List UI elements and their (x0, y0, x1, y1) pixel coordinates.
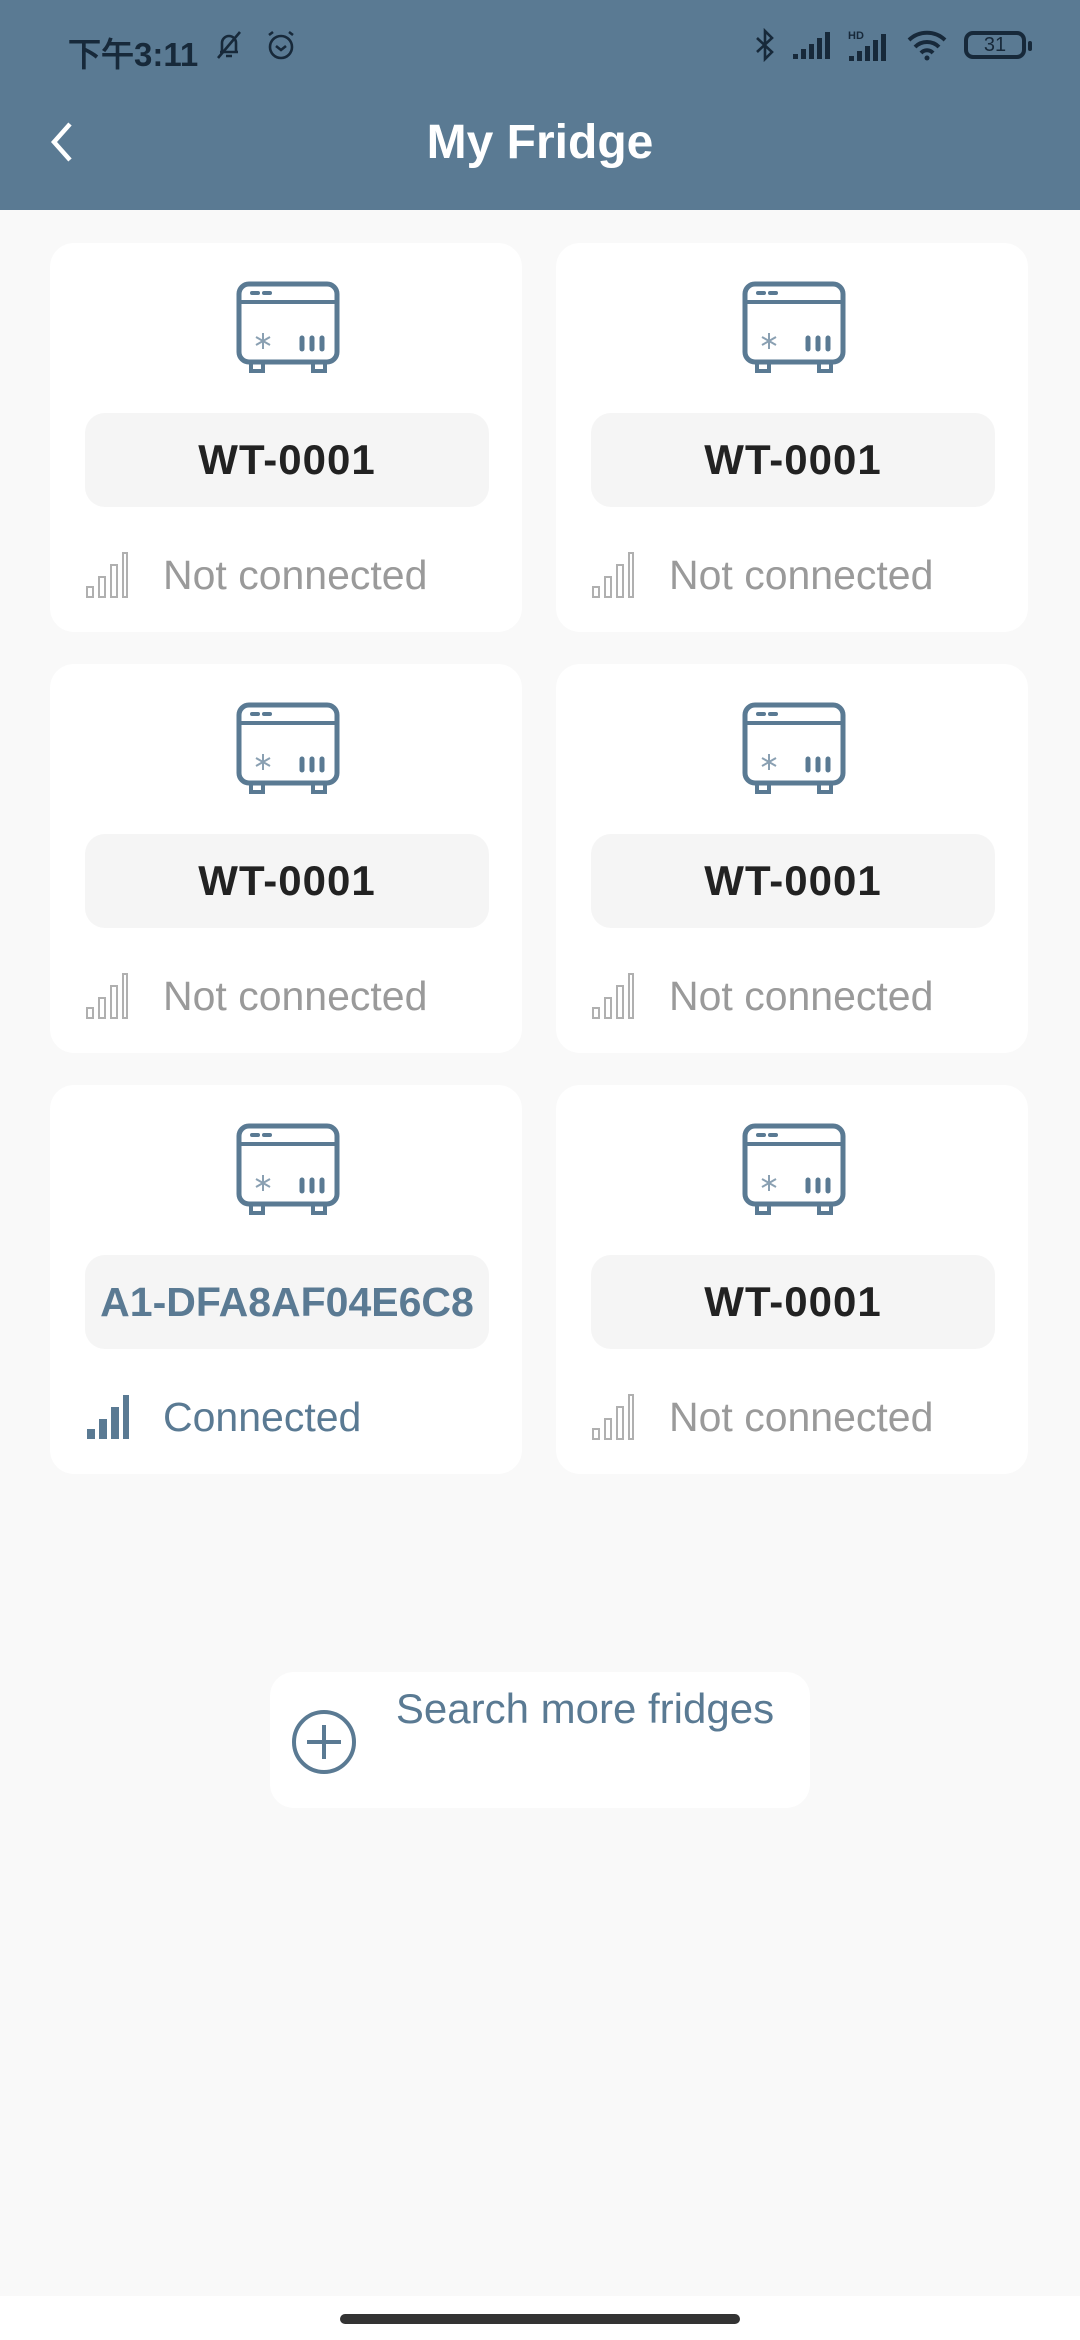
signal-strength-icon (86, 973, 128, 1019)
fridge-card[interactable]: WT-0001 Not connected (50, 243, 522, 632)
bell-muted-icon (217, 31, 241, 59)
fridge-name: A1-DFA8AF04E6C8 (85, 1255, 489, 1349)
fridge-card[interactable]: WT-0001 Not connected (556, 243, 1028, 632)
bluetooth-icon (756, 28, 774, 62)
fridge-card[interactable]: A1-DFA8AF04E6C8 Connected (50, 1085, 522, 1474)
signal-bar (592, 586, 600, 598)
connection-status: Not connected (591, 1387, 933, 1447)
signal-bar (122, 973, 128, 1019)
signal-bar (98, 576, 106, 598)
signal-bar (110, 564, 118, 598)
battery-level: 31 (983, 33, 1007, 56)
connection-status-text: Not connected (669, 1393, 934, 1440)
fridge-icon (742, 702, 846, 794)
signal-bar (122, 552, 128, 598)
fridge-grid: WT-0001 Not connected WT-0001 Not connec… (50, 243, 1028, 1474)
system-nav-bar (0, 2296, 1080, 2340)
signal-bar (99, 1419, 107, 1439)
signal-bar (616, 564, 624, 598)
page-title: My Fridge (426, 116, 654, 169)
signal-icon (793, 32, 830, 59)
connection-status-text: Not connected (669, 972, 934, 1019)
signal-bar (628, 1394, 634, 1440)
alarm-icon (268, 30, 294, 60)
signal-bar (616, 1406, 624, 1440)
signal-strength-icon (592, 1394, 634, 1440)
fridge-card[interactable]: WT-0001 Not connected (556, 1085, 1028, 1474)
fridge-icon (742, 1123, 846, 1215)
signal-bar (616, 985, 624, 1019)
status-bar: 下午3:11 HD 31 (0, 0, 1080, 95)
connection-status: Not connected (85, 545, 427, 605)
fridge-name: WT-0001 (591, 834, 995, 928)
connection-status: Not connected (591, 966, 933, 1026)
signal-bar (123, 1395, 129, 1439)
fridge-name: WT-0001 (85, 413, 489, 507)
signal-bar (111, 1407, 119, 1439)
home-indicator[interactable] (340, 2314, 740, 2324)
signal-bar (98, 997, 106, 1019)
signal-bar (628, 552, 634, 598)
signal-bar (110, 985, 118, 1019)
search-more-fridges-label: Search more fridges (395, 1685, 775, 1732)
signal-bar (86, 586, 94, 598)
app-header: 下午3:11 HD 31 My Fridge (0, 0, 1080, 210)
wifi-icon (907, 30, 947, 61)
fridge-icon (236, 1123, 340, 1215)
plus-circle-icon (292, 1710, 356, 1774)
signal-bar (592, 1007, 600, 1019)
search-more-fridges-button[interactable]: Search more fridges (270, 1672, 810, 1808)
fridge-card[interactable]: WT-0001 Not connected (556, 664, 1028, 1053)
connection-status: Not connected (85, 966, 427, 1026)
fridge-name: WT-0001 (85, 834, 489, 928)
fridge-icon (742, 281, 846, 373)
status-time: 下午3:11 (68, 36, 199, 73)
connection-status-text: Not connected (163, 972, 428, 1019)
hd-signal-icon: HD (848, 30, 886, 61)
signal-bar (604, 997, 612, 1019)
fridge-card[interactable]: WT-0001 Not connected (50, 664, 522, 1053)
connection-status-text: Connected (163, 1393, 362, 1440)
signal-bar (604, 576, 612, 598)
battery-icon: 31 (964, 31, 1032, 59)
signal-strength-icon (86, 552, 128, 598)
signal-bar (592, 1428, 600, 1440)
signal-bar (86, 1007, 94, 1019)
connection-status: Not connected (591, 545, 933, 605)
signal-bar (87, 1429, 95, 1439)
connection-status-text: Not connected (669, 551, 934, 598)
signal-strength-icon (592, 973, 634, 1019)
signal-bar (628, 973, 634, 1019)
fridge-name: WT-0001 (591, 413, 995, 507)
signal-strength-icon (87, 1395, 129, 1439)
fridge-icon (236, 281, 340, 373)
fridge-name: WT-0001 (591, 1255, 995, 1349)
connection-status-text: Not connected (163, 551, 428, 598)
signal-bar (604, 1418, 612, 1440)
connection-status: Connected (85, 1387, 361, 1447)
signal-strength-icon (592, 552, 634, 598)
fridge-icon (236, 702, 340, 794)
svg-text:HD: HD (848, 30, 864, 42)
